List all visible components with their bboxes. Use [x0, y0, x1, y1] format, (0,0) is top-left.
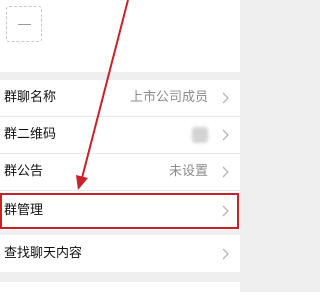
search-chat-label: 查找聊天内容 [4, 245, 83, 261]
remove-member-button[interactable] [6, 6, 42, 42]
group-qr-row[interactable]: 群二维码 [0, 117, 240, 154]
chat-section: 查找聊天内容 [0, 235, 240, 272]
search-chat-row[interactable]: 查找聊天内容 [0, 235, 240, 272]
group-info-section: 群聊名称 上市公司成员 群二维码 群公告 未设置 群管理 [0, 80, 240, 230]
chevron-right-icon [222, 205, 229, 216]
member-area [0, 0, 240, 72]
chevron-right-icon [222, 248, 229, 259]
group-qr-label: 群二维码 [4, 127, 57, 142]
group-notice-label: 群公告 [4, 164, 44, 179]
group-name-value: 上市公司成员 [129, 90, 208, 105]
chevron-right-icon [222, 129, 229, 141]
group-manage-label: 群管理 [4, 202, 44, 218]
group-name-row[interactable]: 群聊名称 上市公司成员 [0, 80, 240, 117]
group-notice-value: 未设置 [168, 164, 208, 179]
chevron-right-icon [222, 166, 229, 178]
group-name-label: 群聊名称 [4, 90, 57, 105]
next-section [0, 282, 240, 292]
qr-code-icon [192, 127, 208, 143]
chevron-right-icon [222, 92, 229, 104]
minus-icon [17, 23, 31, 25]
group-manage-row[interactable]: 群管理 [0, 192, 240, 229]
group-notice-row[interactable]: 群公告 未设置 [0, 154, 240, 191]
